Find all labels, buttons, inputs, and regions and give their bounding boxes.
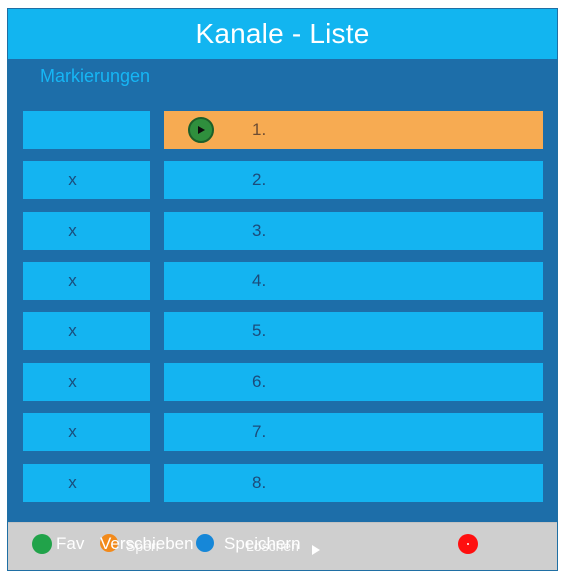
mark-cell[interactable]: x [23,413,150,451]
channel-cell[interactable]: 5. [164,312,543,350]
channel-cell[interactable]: 6. [164,363,543,401]
footer-bar: Fav Verschieben Sperr Speichern Löschen [8,522,557,570]
list-item[interactable]: x 6. [23,363,543,401]
green-dot-icon [32,534,52,554]
channel-cell[interactable]: 8. [164,464,543,502]
mark-cell[interactable]: x [23,161,150,199]
fav-action[interactable]: Fav [32,534,84,554]
blue-dot-icon [196,534,214,552]
play-icon [188,117,214,143]
mark-cell[interactable]: x [23,312,150,350]
right-arrow-icon [312,540,320,560]
sperr-label: Sperr [126,538,161,554]
title-bar: Kanale - Liste [8,9,557,60]
channel-cell[interactable]: 2. [164,161,543,199]
list-item[interactable]: x 8. [23,464,543,502]
channel-cell[interactable]: 4. [164,262,543,300]
channel-number: 5. [252,321,267,340]
red-action[interactable] [458,534,478,554]
channel-number: 3. [252,221,267,240]
channel-number: 4. [252,271,267,290]
list-item[interactable]: x 5. [23,312,543,350]
mark-cell[interactable]: x [23,464,150,502]
fav-label: Fav [56,534,85,553]
list-item[interactable]: x 3. [23,212,543,250]
channel-number: 1. [252,120,267,139]
channel-number: 6. [252,372,267,391]
mark-cell[interactable]: x [23,212,150,250]
page-title: Kanale - Liste [195,18,370,49]
list-item[interactable]: x 4. [23,262,543,300]
save-delete-action[interactable] [196,534,214,552]
section-label: Markierungen [40,66,151,86]
list-item[interactable]: 1. [23,111,543,149]
mark-cell[interactable]: x [23,363,150,401]
channel-cell[interactable]: 7. [164,413,543,451]
channel-number: 8. [252,473,267,492]
mark-cell[interactable]: x [23,262,150,300]
mark-cell[interactable] [23,111,150,149]
channel-cell[interactable]: 3. [164,212,543,250]
channel-cell-selected[interactable]: 1. [164,111,543,149]
list-item[interactable]: x 2. [23,161,543,199]
channel-list-screen: Kanale - Liste Markierungen 1. x 2. x 3.… [7,8,558,571]
list-item[interactable]: x 7. [23,413,543,451]
channel-number: 7. [252,422,267,441]
channel-list-panel: Markierungen 1. x 2. x 3. x 4. x 5. x 6.… [8,59,557,522]
channel-number: 2. [252,170,267,189]
red-dot-icon [458,534,478,554]
loeschen-label: Löschen [246,538,299,554]
